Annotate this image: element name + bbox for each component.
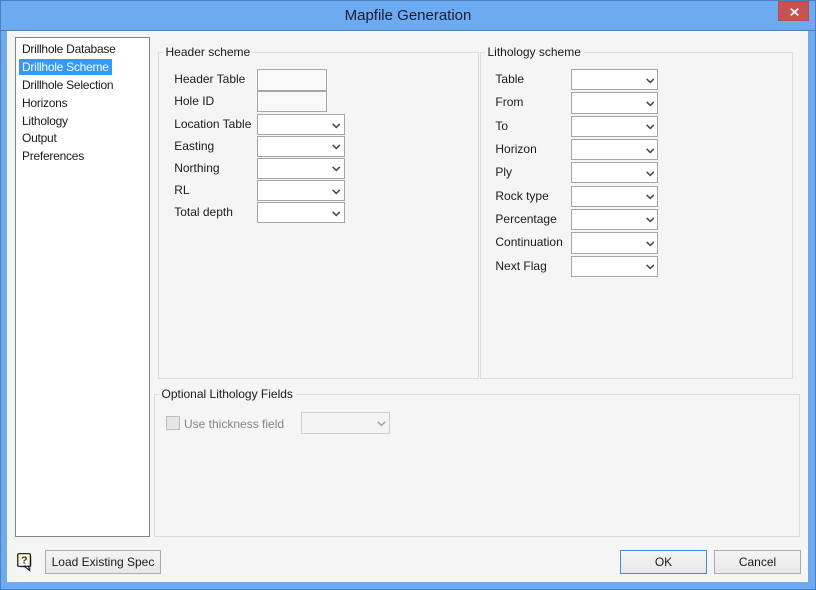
svg-text:?: ?: [21, 555, 28, 566]
